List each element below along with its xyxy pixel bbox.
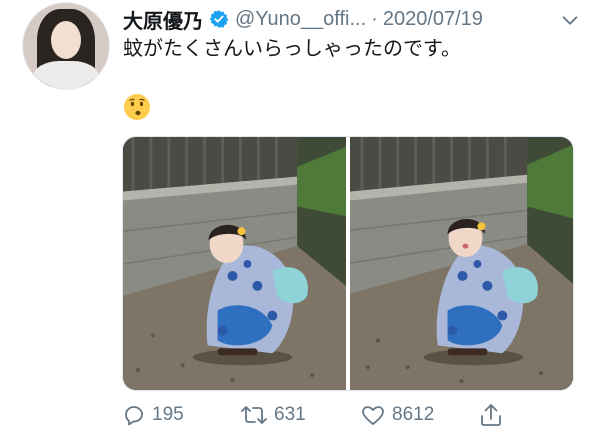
reply-button[interactable]: 195 bbox=[122, 400, 184, 430]
retweet-count: 631 bbox=[274, 404, 306, 425]
tweet-photo-1[interactable] bbox=[123, 137, 346, 390]
photo-2-image bbox=[350, 137, 573, 390]
avatar-face bbox=[51, 21, 81, 59]
user-handle[interactable]: @Yuno__offi... bbox=[235, 8, 366, 31]
like-count: 8612 bbox=[392, 404, 435, 425]
header-separator: · bbox=[371, 7, 378, 30]
chevron-down-icon[interactable] bbox=[559, 10, 581, 32]
tweet-media[interactable] bbox=[122, 136, 574, 391]
avatar-body bbox=[33, 61, 99, 89]
retweet-icon bbox=[241, 406, 267, 424]
reply-count: 195 bbox=[152, 404, 184, 425]
tweet: 大原優乃 @Yuno__offi... · 2020/07/19 蚊がたくさんい… bbox=[0, 0, 600, 438]
like-button[interactable]: 8612 bbox=[360, 400, 434, 430]
share-icon bbox=[481, 404, 501, 426]
tweet-actions: 195 631 8612 bbox=[122, 400, 582, 430]
tweet-header: 大原優乃 @Yuno__offi... · 2020/07/19 bbox=[123, 5, 593, 34]
tweet-text: 蚊がたくさんいらっしゃったのです。 bbox=[123, 38, 461, 60]
tweet-date[interactable]: 2020/07/19 bbox=[383, 8, 483, 31]
avatar[interactable] bbox=[22, 2, 110, 90]
verified-badge-icon bbox=[209, 10, 229, 28]
retweet-button[interactable]: 631 bbox=[240, 400, 306, 430]
tweet-photo-2[interactable] bbox=[350, 137, 573, 390]
photo-1-image bbox=[123, 137, 346, 390]
heart-icon bbox=[362, 406, 384, 425]
kissing-face-icon bbox=[124, 94, 150, 120]
share-button[interactable] bbox=[478, 400, 510, 430]
display-name[interactable]: 大原優乃 bbox=[123, 5, 203, 34]
reply-icon bbox=[125, 406, 143, 426]
